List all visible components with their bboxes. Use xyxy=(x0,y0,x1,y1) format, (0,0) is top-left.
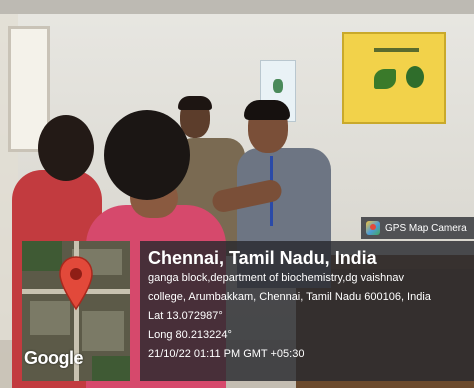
longitude: Long 80.213224° xyxy=(148,329,232,341)
map-vegetation xyxy=(22,241,62,271)
google-logo: Google xyxy=(24,348,84,368)
satellite-map-thumbnail: Google xyxy=(22,241,130,381)
location-city: Chennai, Tamil Nadu, India xyxy=(148,248,377,268)
student-center-head xyxy=(104,110,190,200)
student-left-head xyxy=(38,115,94,181)
latitude: Lat 13.072987° xyxy=(148,310,223,322)
gps-camera-label: GPS Map Camera xyxy=(385,222,467,234)
gps-map-camera-icon xyxy=(366,221,380,235)
location-info-panel: Chennai, Tamil Nadu, India ganga block,d… xyxy=(140,241,474,381)
poster-title-line xyxy=(374,48,419,52)
address-line-1: ganga block,department of biochemistry,d… xyxy=(148,272,404,284)
person-back-hair xyxy=(178,96,212,110)
address-line-2: college, Arumbakkam, Chennai, Tamil Nadu… xyxy=(148,291,431,303)
ceiling xyxy=(0,0,474,14)
presenter-hair xyxy=(244,100,290,120)
wall-poster xyxy=(342,32,446,124)
gps-camera-badge: GPS Map Camera xyxy=(361,217,474,239)
photo-scene: GPS Map Camera Google Chennai, Tamil Nad… xyxy=(0,0,474,388)
location-pin-icon xyxy=(59,256,93,311)
poster-leaf-drawing-2 xyxy=(406,66,424,88)
poster-leaf-drawing xyxy=(374,69,396,89)
map-vegetation xyxy=(92,356,130,381)
timestamp: 21/10/22 01:11 PM GMT +05:30 xyxy=(148,348,305,360)
map-building xyxy=(82,311,124,351)
